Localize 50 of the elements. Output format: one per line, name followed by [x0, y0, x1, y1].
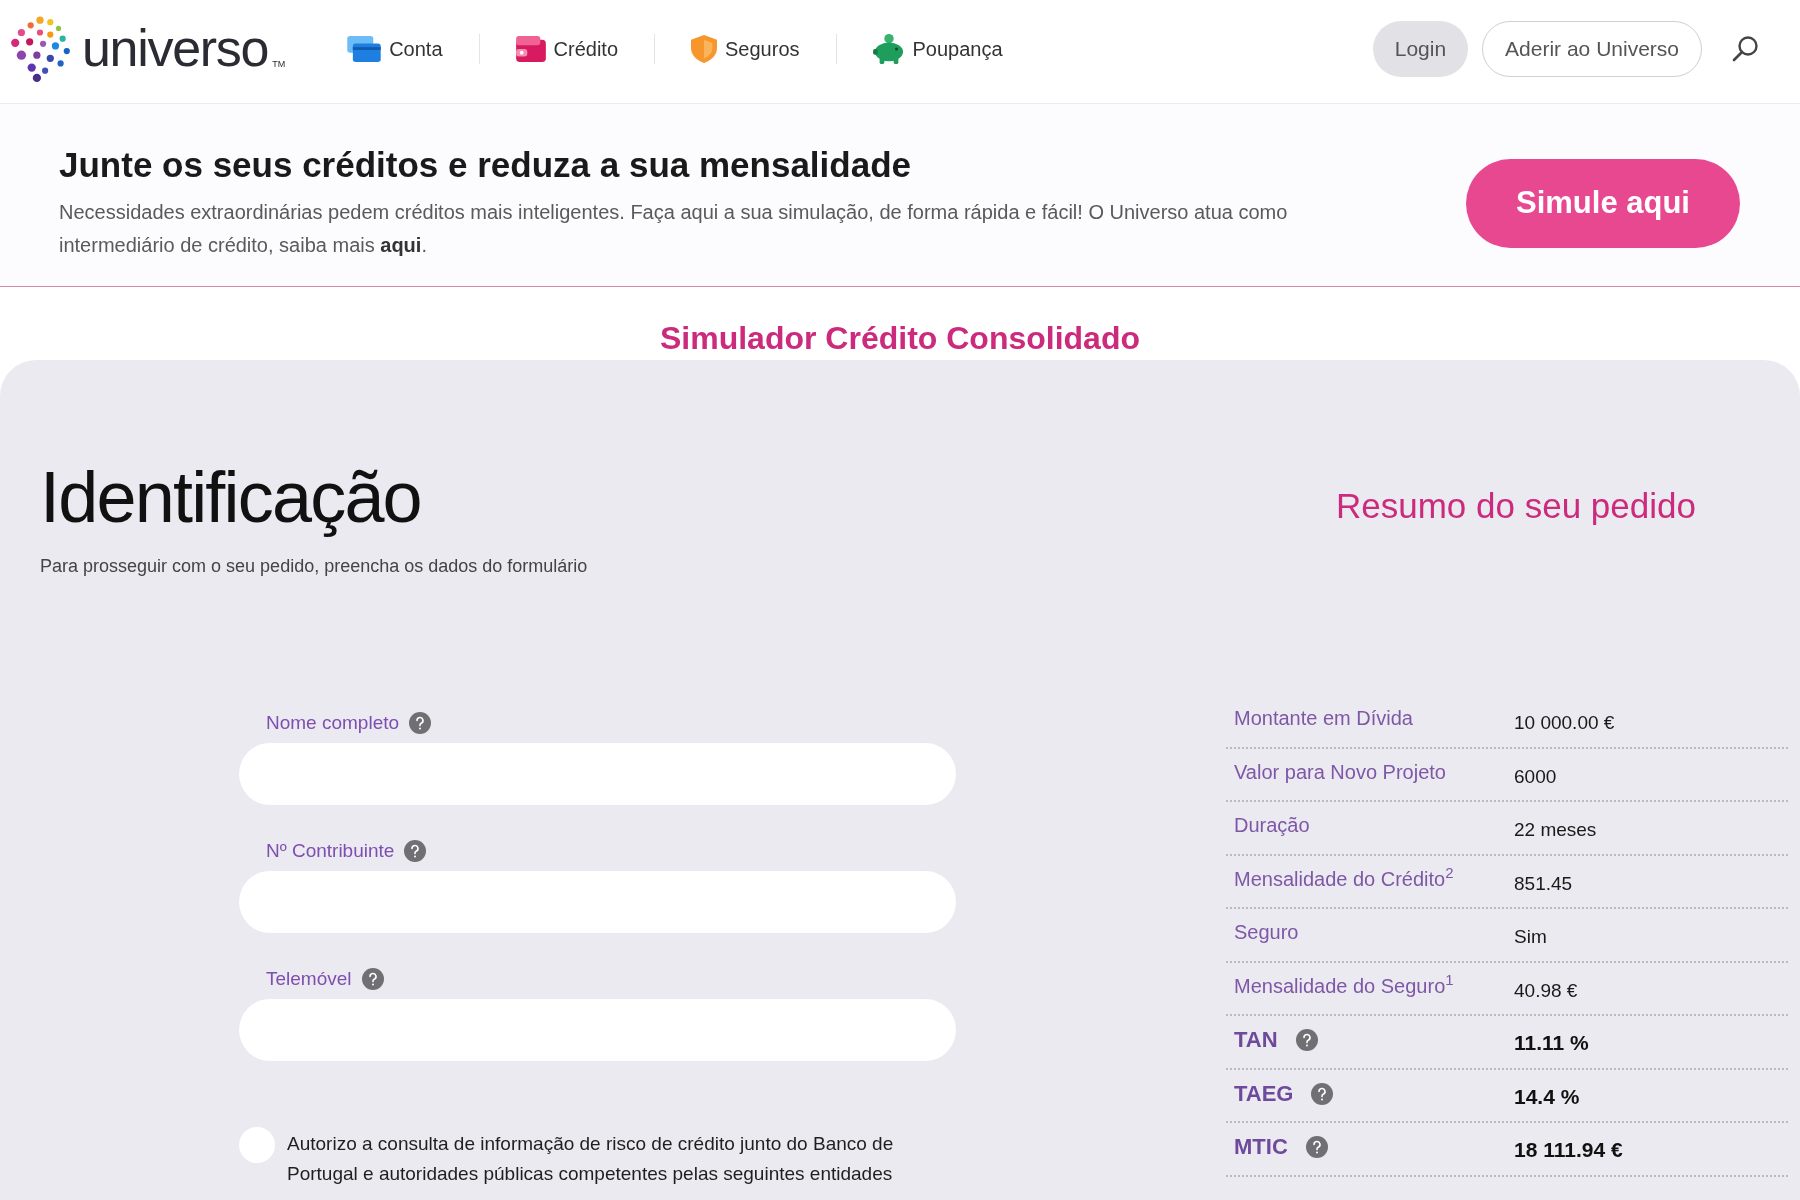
summary-label: Mensalidade do Crédito$^{2}$: [1234, 865, 1454, 892]
summary-value: 40.98 €: [1514, 978, 1578, 1003]
summary-label: Seguro: [1234, 920, 1299, 945]
summary-label: MTIC: [1234, 1133, 1288, 1161]
section-title: Identificação: [40, 458, 422, 536]
summary-label: TAEG: [1234, 1079, 1294, 1108]
more-info-link[interactable]: aqui: [380, 234, 422, 256]
nav-link[interactable]: Conta: [347, 33, 443, 64]
dots-logo-icon: [10, 15, 72, 82]
summary-value: 10 000.00 €: [1514, 711, 1615, 735]
nav-link[interactable]: Poupança: [872, 33, 1003, 64]
consent-text: Autorizo a consulta de informação de risco de crédito junto do Banco de Portugal e autoridades públicas competentes pelas seguintes entidades: [287, 1132, 895, 1186]
wallet-icon: [515, 35, 546, 62]
field-label: Telemóvel: [266, 966, 352, 991]
summary-value: 6000: [1514, 764, 1557, 789]
summary-label: Valor para Novo Projeto: [1234, 759, 1446, 785]
summary-value: 851.45: [1514, 871, 1573, 896]
shield-icon: [691, 34, 717, 63]
login-button[interactable]: Login: [1372, 20, 1469, 77]
trademark-mark: TM: [272, 58, 286, 71]
section-subtitle: Para prosseguir com o seu pedido, preencha os dados do formulário: [40, 555, 589, 578]
summary-label: Mensalidade do Seguro$^{1}$: [1234, 972, 1454, 999]
help-icon[interactable]: [1311, 1082, 1334, 1105]
help-icon[interactable]: [404, 840, 427, 862]
nav-link[interactable]: Seguros: [691, 33, 800, 64]
summary-title: Resumo do seu pedido: [1335, 485, 1697, 527]
search-icon[interactable]: [1732, 35, 1758, 62]
join-button[interactable]: Aderir ao Universo: [1482, 20, 1702, 77]
banner-description: Necessidades extraordinárias pedem créditos mais inteligentes. Faça aqui a sua simulação, de forma rápida e fácil! O Universo atua como intermediário de crédito, saiba mais aqui.: [59, 200, 1289, 258]
help-icon[interactable]: [1305, 1136, 1328, 1158]
field-label: Nº Contribuinte: [266, 838, 395, 863]
summary-value: Sim: [1514, 925, 1547, 949]
summary-label: TAN: [1234, 1026, 1278, 1054]
help-icon[interactable]: [409, 712, 432, 734]
nav-link[interactable]: Crédito: [515, 33, 618, 64]
summary-label: Montante em Dívida: [1234, 706, 1413, 731]
summary-value: 11.11 %: [1514, 1030, 1589, 1056]
summary-label: Duração: [1234, 813, 1310, 838]
brand-name: universo: [82, 21, 269, 74]
help-icon[interactable]: [1295, 1029, 1318, 1051]
summary-value: 18 111.94 €: [1514, 1137, 1623, 1163]
summary-value: 22 meses: [1514, 818, 1597, 842]
simulate-button[interactable]: Simule aqui: [1466, 158, 1740, 248]
piggy-bank-icon: [872, 33, 905, 64]
banner-title: Junte os seus créditos e reduza a sua mensalidade: [59, 144, 912, 186]
field-label: Nome completo: [266, 710, 400, 735]
help-icon[interactable]: [361, 968, 384, 990]
simulator-title: Simulador Crédito Consolidado: [660, 319, 1140, 358]
summary-value: 14.4 %: [1514, 1083, 1580, 1110]
card-icon: [347, 35, 382, 62]
